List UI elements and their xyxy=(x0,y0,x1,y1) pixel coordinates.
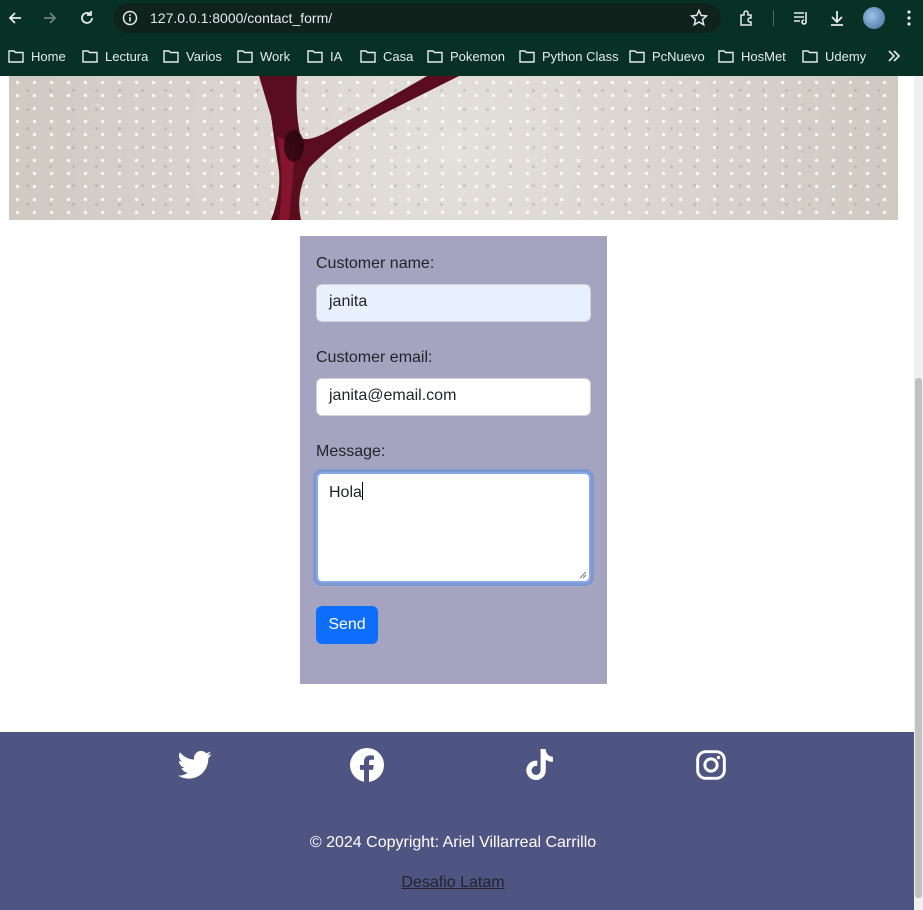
folder-icon xyxy=(307,50,323,63)
bookmark-home[interactable]: Home xyxy=(8,46,66,66)
customer-name-label: Customer name: xyxy=(316,255,435,272)
bookmark-work[interactable]: Work xyxy=(237,46,290,66)
folder-icon xyxy=(427,50,443,63)
bookmark-label: Pokemon xyxy=(450,48,505,64)
reading-list-icon[interactable] xyxy=(789,6,813,30)
jam-drip xyxy=(259,76,459,220)
folder-icon xyxy=(163,50,179,63)
folder-icon xyxy=(237,50,253,63)
bookmark-pokemon[interactable]: Pokemon xyxy=(427,46,505,66)
url-text[interactable]: 127.0.0.1:8000/contact_form/ xyxy=(150,10,332,26)
folder-icon xyxy=(82,50,98,63)
bookmark-label: Casa xyxy=(383,48,414,64)
folder-icon xyxy=(718,50,734,63)
extensions-icon[interactable] xyxy=(735,6,759,30)
folder-icon xyxy=(629,50,645,63)
site-info-icon[interactable] xyxy=(122,10,138,26)
resize-handle-icon[interactable] xyxy=(579,571,587,579)
forward-icon[interactable] xyxy=(38,6,62,30)
folder-icon xyxy=(360,50,376,63)
bookmark-label: PcNuevo xyxy=(652,48,705,64)
bookmark-casa[interactable]: Casa xyxy=(360,46,413,66)
page-viewport: Customer name: janita Customer email: ja… xyxy=(0,76,914,910)
bookmark-varios[interactable]: Varios xyxy=(163,46,222,66)
bookmark-hosmet[interactable]: HosMet xyxy=(718,46,786,66)
customer-email-label: Customer email: xyxy=(316,349,433,366)
scrollbar-thumb[interactable] xyxy=(915,378,922,898)
message-label: Message: xyxy=(316,443,386,460)
star-icon[interactable] xyxy=(689,8,709,28)
browser-window: 127.0.0.1:8000/contact_form/ Home Lectur… xyxy=(0,0,923,910)
menu-icon[interactable] xyxy=(897,6,921,30)
profile-avatar[interactable] xyxy=(863,7,885,29)
contact-form: Customer name: janita Customer email: ja… xyxy=(300,236,607,684)
bookmark-pcnuevo[interactable]: PcNuevo xyxy=(629,46,705,66)
copyright-text: © 2024 Copyright: Ariel Villarreal Carri… xyxy=(309,834,597,851)
tiktok-icon[interactable] xyxy=(522,748,556,782)
hero-image xyxy=(9,76,898,220)
text-cursor xyxy=(361,482,363,500)
chevron-double-right-icon[interactable] xyxy=(887,46,908,66)
browser-toolbar: 127.0.0.1:8000/contact_form/ xyxy=(0,0,923,36)
customer-email-input[interactable]: janita@email.com xyxy=(316,378,591,416)
bookmark-label: IA xyxy=(330,48,343,64)
customer-name-input[interactable]: janita xyxy=(316,284,591,322)
page-scrollbar[interactable] xyxy=(914,76,923,910)
download-icon[interactable] xyxy=(825,6,849,30)
folder-icon xyxy=(519,50,535,63)
facebook-icon[interactable] xyxy=(350,748,384,782)
toolbar-separator xyxy=(773,10,774,26)
bookmark-python-class[interactable]: Python Class xyxy=(519,46,619,66)
bookmark-label: Udemy xyxy=(825,48,867,64)
send-button[interactable]: Send xyxy=(316,606,378,644)
instagram-icon[interactable] xyxy=(694,748,728,782)
message-textarea[interactable]: Hola xyxy=(316,472,591,583)
bookmark-label: Work xyxy=(260,48,291,64)
bookmark-label: Home xyxy=(31,48,66,64)
bookmark-label: Lectura xyxy=(105,48,149,64)
bookmarks-bar: Home Lectura Varios Work IA Casa Pokemon… xyxy=(0,36,923,76)
bookmark-lectura[interactable]: Lectura xyxy=(82,46,148,66)
bookmark-label: Python Class xyxy=(542,48,619,64)
twitter-icon[interactable] xyxy=(178,748,212,782)
back-icon[interactable] xyxy=(3,6,27,30)
bookmark-udemy[interactable]: Udemy xyxy=(802,46,866,66)
bookmark-label: HosMet xyxy=(741,48,786,64)
reload-icon[interactable] xyxy=(75,6,99,30)
footer-link-wrap: Desafio Latam xyxy=(0,874,906,892)
folder-icon xyxy=(8,50,24,63)
site-footer: © 2024 Copyright: Ariel Villarreal Carri… xyxy=(0,732,914,910)
desafio-latam-link[interactable]: Desafio Latam xyxy=(401,874,504,891)
address-bar[interactable]: 127.0.0.1:8000/contact_form/ xyxy=(114,3,721,33)
bookmark-label: Varios xyxy=(186,48,222,64)
message-text: Hola xyxy=(329,484,362,501)
folder-icon xyxy=(802,50,818,63)
bookmark-ia[interactable]: IA xyxy=(307,46,342,66)
